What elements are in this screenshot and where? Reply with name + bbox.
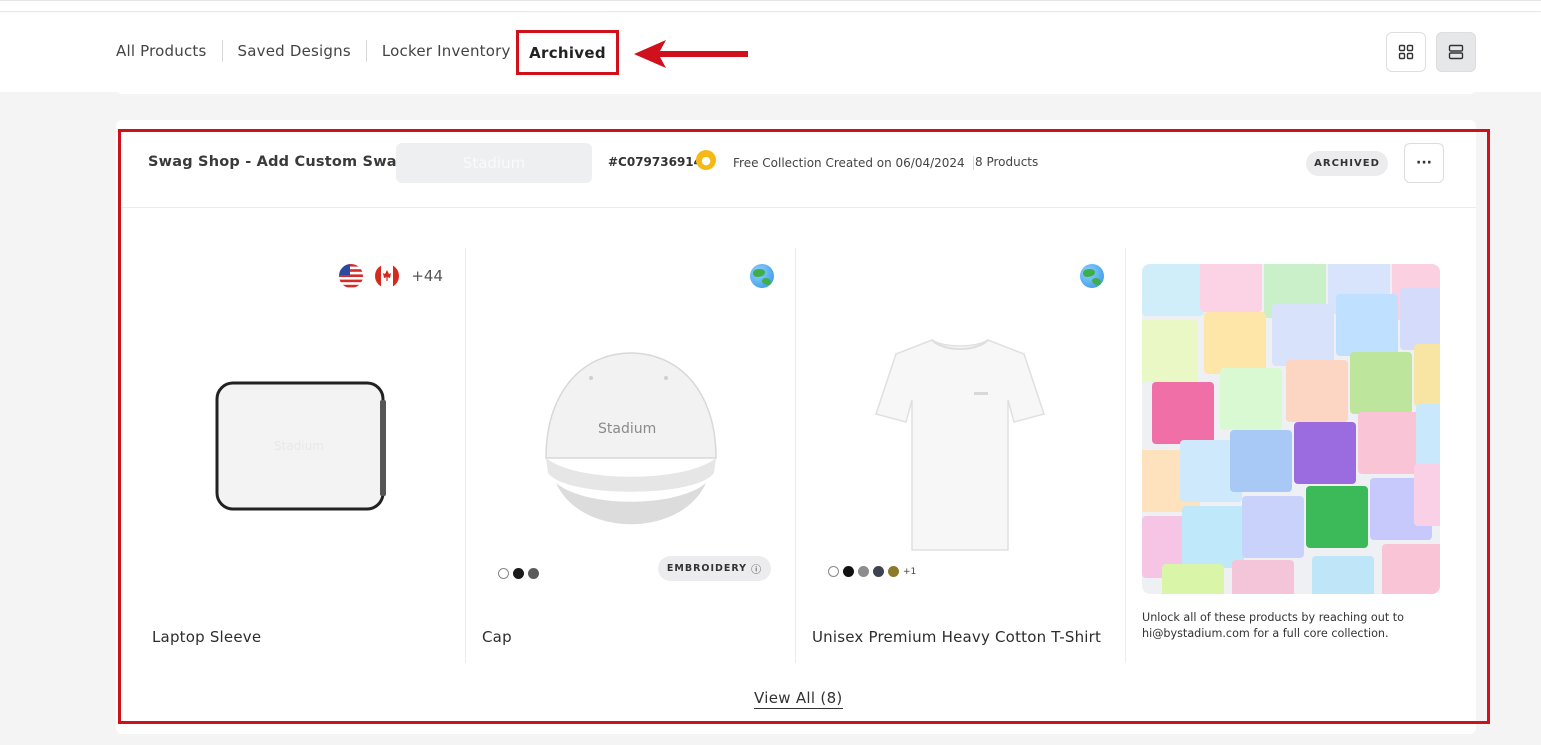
collection-logo: Stadium: [396, 143, 592, 183]
cap-image: Stadium: [545, 352, 717, 525]
view-all-link[interactable]: View All (8): [754, 689, 843, 709]
embroidery-badge[interactable]: EMBROIDERY ⓘ: [658, 556, 771, 581]
product-card-laptop-sleeve[interactable]: +44 Stadium Laptop Sleeve: [136, 248, 466, 663]
us-flag-icon: [339, 264, 364, 288]
info-icon: ⓘ: [751, 565, 763, 576]
top-divider: [0, 1, 1541, 12]
swatch-gray[interactable]: [858, 566, 869, 577]
swatch-navy[interactable]: [873, 566, 884, 577]
globe-icon: [750, 264, 774, 288]
tshirt-color-swatches: +1: [828, 566, 916, 577]
tab-saved-designs[interactable]: Saved Designs: [223, 40, 367, 62]
promo-text: Unlock all of these products by reaching…: [1142, 611, 1405, 640]
cap-logo-text: Stadium: [598, 421, 656, 437]
top-nav: All Products Saved Designs Locker Invent…: [0, 0, 1541, 92]
globe-icon: [1080, 264, 1104, 288]
lightbulb-icon: ●: [696, 150, 716, 170]
swatch-olive[interactable]: [888, 566, 899, 577]
collection-count: 8 Products: [975, 155, 1039, 169]
product-card-tshirt[interactable]: +1 Unisex Premium Heavy Cotton T-Shirt: [796, 248, 1126, 663]
more-colors-count: +1: [903, 566, 917, 577]
product-collage-image: [1142, 264, 1440, 594]
tshirt-image: [875, 339, 1045, 551]
list-view-button[interactable]: [1436, 32, 1476, 72]
swatch-black[interactable]: [843, 566, 854, 577]
more-options-button[interactable]: ···: [1404, 143, 1444, 183]
collection-created: Free Collection Created on 06/04/2024: [733, 156, 974, 170]
region-flags: +44: [339, 264, 443, 288]
laptop-logo-text: Stadium: [274, 439, 324, 453]
cap-color-swatches: [498, 568, 539, 579]
tab-archived-label: Archived: [529, 43, 606, 62]
collection-id: #C079736914: [608, 155, 703, 169]
swatch-gray[interactable]: [528, 568, 539, 579]
product-card-cap[interactable]: Stadium EMBROIDERY ⓘ Cap: [466, 248, 796, 663]
tab-bar: All Products Saved Designs Locker Invent…: [108, 29, 526, 73]
collection-title: Swag Shop - Add Custom Swag: [148, 154, 408, 170]
tab-all-products[interactable]: All Products: [108, 40, 223, 62]
canada-flag-icon: [375, 264, 400, 288]
embroidery-label: EMBROIDERY: [666, 563, 748, 574]
grid-icon: [1398, 44, 1414, 60]
card-edge: [116, 86, 1476, 94]
list-icon: [1448, 44, 1464, 60]
tab-locker-inventory[interactable]: Locker Inventory: [367, 40, 526, 62]
swatch-white[interactable]: [498, 568, 509, 579]
collection-header: Swag Shop - Add Custom Swag Stadium #C07…: [122, 133, 1476, 208]
product-name[interactable]: Cap: [482, 628, 512, 646]
product-name[interactable]: Laptop Sleeve: [152, 628, 261, 646]
logo-text: Stadium: [462, 154, 526, 172]
tab-archived[interactable]: Archived: [516, 30, 619, 75]
swatch-white[interactable]: [828, 566, 839, 577]
laptop-sleeve-image: Stadium: [215, 381, 386, 511]
status-badge: ARCHIVED: [1306, 151, 1388, 176]
product-name[interactable]: Unisex Premium Heavy Cotton T-Shirt: [812, 628, 1101, 646]
red-arrow-annotation: [634, 40, 748, 68]
more-regions-count: +44: [411, 267, 443, 285]
grid-view-button[interactable]: [1386, 32, 1426, 72]
swatch-black[interactable]: [513, 568, 524, 579]
